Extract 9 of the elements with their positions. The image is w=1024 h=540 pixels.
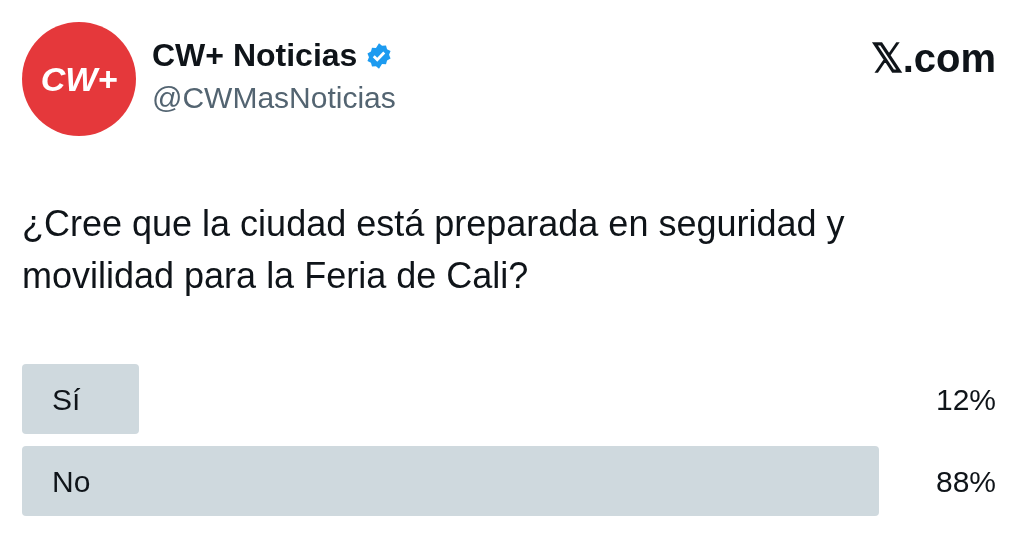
poll-percentage: 12% [935,381,996,418]
avatar-logo: CW+ [22,22,136,136]
poll-option-label: No [52,463,91,500]
poll-option-label: Sí [52,381,81,418]
poll-question: ¿Cree que la ciudad está preparada en seguridad y movilidad para la Feria de Cali? [22,202,846,299]
account-handle: @CWMasNoticias [152,81,397,115]
poll-percentage: 88% [935,463,996,500]
site-label: 𝕏.com [870,38,996,78]
account-name: CW+ Noticias [152,38,358,74]
